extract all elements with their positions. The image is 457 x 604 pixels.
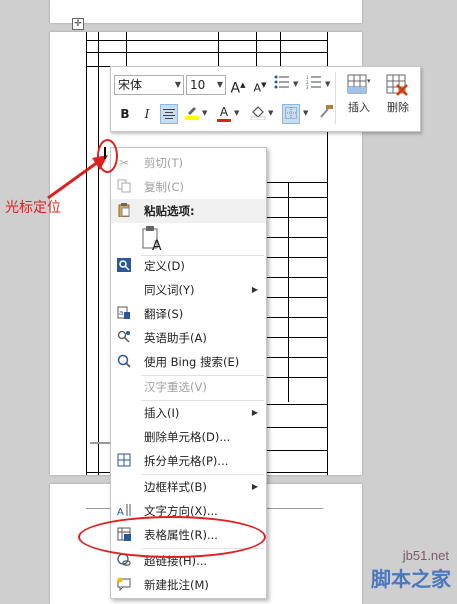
toolbar-separator <box>335 72 336 124</box>
text-direction-icon: A <box>116 503 132 519</box>
svg-text:A: A <box>152 238 162 252</box>
font-name-value: 宋体 <box>118 78 143 92</box>
grow-font-icon[interactable]: A▲ <box>229 75 247 97</box>
menu-item-label: 插入(I) <box>144 406 180 420</box>
bing-search-icon <box>116 354 132 370</box>
translate-icon: a <box>116 306 132 322</box>
page-top <box>50 0 362 23</box>
split-cells-icon <box>116 453 132 469</box>
insert-label: 插入 <box>348 101 370 114</box>
font-size-value: 10 <box>190 78 206 92</box>
chevron-down-icon[interactable]: ▼ <box>268 109 273 117</box>
shading-icon[interactable] <box>249 104 267 124</box>
chevron-down-icon[interactable]: ▼ <box>303 109 308 117</box>
font-size-select[interactable]: 10 ▼ <box>186 75 226 95</box>
paste-keep-text-only-icon[interactable]: A <box>141 226 165 254</box>
chevron-right-icon: ▶ <box>251 285 258 294</box>
define-icon <box>116 258 132 274</box>
mini-toolbar: 宋体 ▼ 10 ▼ A▲ A▼ ▼ 123 ▼ B I ▼ A ▼ ▼ ▼ ▾ … <box>110 66 421 132</box>
menu-item-label: 边框样式(B) <box>144 480 207 494</box>
menu-item-label: 删除单元格(D)... <box>144 430 231 444</box>
menu-item-cut[interactable]: ✂ 剪切(T) <box>111 151 266 175</box>
bold-icon[interactable]: B <box>116 104 134 124</box>
menu-item-define[interactable]: 定义(D) <box>111 254 266 278</box>
watermark-url: jb51.net <box>402 548 449 563</box>
chevron-down-icon: ▼ <box>216 80 223 89</box>
table-move-handle[interactable]: ✛ <box>72 18 84 30</box>
delete-button[interactable]: 删除 <box>378 71 418 127</box>
new-comment-icon <box>116 577 132 593</box>
english-assistant-icon <box>116 330 132 346</box>
menu-item-label: 复制(C) <box>144 180 185 194</box>
delete-label: 删除 <box>387 101 409 114</box>
menu-item-label: 新建批注(M) <box>144 578 209 592</box>
menu-item-label: 剪切(T) <box>144 156 183 170</box>
menu-item-insert[interactable]: 插入(I) ▶ <box>111 401 266 425</box>
menu-item-split-cells[interactable]: 拆分单元格(P)... <box>111 449 266 473</box>
text-cursor <box>104 147 106 159</box>
italic-icon[interactable]: I <box>138 104 156 124</box>
svg-text:3: 3 <box>306 85 309 89</box>
menu-item-bing-search[interactable]: 使用 Bing 搜索(E) <box>111 350 266 374</box>
chevron-down-icon[interactable]: ▼ <box>234 109 239 117</box>
cursor-highlight-ellipse <box>97 139 118 173</box>
menu-item-copy[interactable]: 复制(C) <box>111 175 266 199</box>
table-insert-icon: ▾ <box>347 74 371 94</box>
menu-item-delete-cells[interactable]: 删除单元格(D)... <box>111 425 266 449</box>
table-properties-highlight-ellipse <box>78 516 266 558</box>
menu-item-label: 粘贴选项: <box>144 204 195 218</box>
shrink-font-icon[interactable]: A▼ <box>251 75 269 95</box>
menu-item-label: 汉字重选(V) <box>144 380 207 394</box>
insert-button[interactable]: ▾ 插入 <box>339 71 379 127</box>
chevron-right-icon: ▶ <box>251 482 258 491</box>
menu-item-reconvert[interactable]: 汉字重选(V) <box>111 375 266 399</box>
format-painter-icon[interactable] <box>317 104 335 124</box>
chevron-down-icon: ▼ <box>174 80 181 89</box>
font-color-icon[interactable]: A <box>215 104 233 124</box>
menu-item-label: 同义词(Y) <box>144 283 195 297</box>
menu-item-label: 英语助手(A) <box>144 331 207 345</box>
menu-item-label: 使用 Bing 搜索(E) <box>144 355 240 369</box>
menu-item-label: 翻译(S) <box>144 307 184 321</box>
align-center-icon[interactable] <box>160 104 178 124</box>
chevron-down-icon[interactable]: ▼ <box>293 80 298 88</box>
font-name-select[interactable]: 宋体 ▼ <box>114 75 184 95</box>
watermark-brand: 脚本之家 <box>371 567 451 591</box>
svg-text:a: a <box>119 309 123 317</box>
svg-text:A: A <box>117 507 124 517</box>
table-delete-icon <box>386 74 408 96</box>
menu-item-new-comment[interactable]: 新建批注(M) <box>111 573 266 597</box>
menu-item-label: 定义(D) <box>144 259 185 273</box>
chevron-down-icon[interactable]: ▼ <box>325 80 330 88</box>
chevron-down-icon[interactable]: ▼ <box>202 109 207 117</box>
menu-item-english-assistant[interactable]: 英语助手(A) <box>111 326 266 350</box>
watermark: jb51.net 脚本之家 <box>355 546 455 591</box>
menu-item-label: 拆分单元格(P)... <box>144 454 229 468</box>
numbering-icon[interactable]: 123 <box>305 75 323 95</box>
menu-item-synonyms[interactable]: 同义词(Y) ▶ <box>111 278 266 302</box>
chevron-right-icon: ▶ <box>251 408 258 417</box>
menu-item-paste-options: 粘贴选项: <box>111 199 266 223</box>
borders-icon[interactable] <box>282 104 300 124</box>
menu-item-border-styles[interactable]: 边框样式(B) ▶ <box>111 475 266 499</box>
bullets-icon[interactable] <box>273 75 291 95</box>
svg-text:▾: ▾ <box>367 77 371 85</box>
highlight-icon[interactable] <box>183 104 201 124</box>
menu-item-translate[interactable]: a 翻译(S) <box>111 302 266 326</box>
